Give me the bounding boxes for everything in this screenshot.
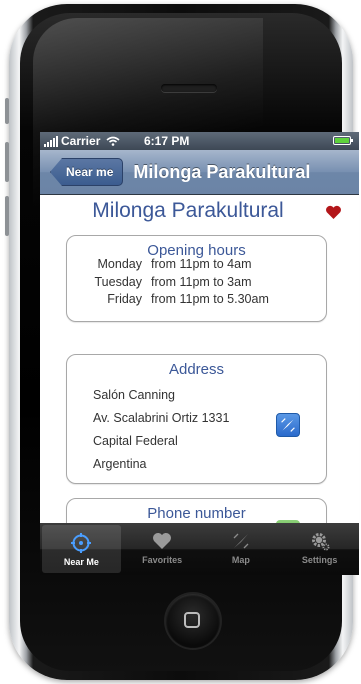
back-button[interactable]: Near me (50, 158, 124, 186)
hours-time: from 11pm to 4am (151, 257, 252, 271)
volume-down-button (5, 196, 9, 236)
carrier-label: Carrier (61, 134, 101, 148)
tab-label: Settings (301, 555, 338, 565)
earpiece-speaker (161, 84, 217, 92)
hours-day: Friday (107, 292, 142, 306)
opening-hours-list: Monday from 11pm to 4am Tuesday from 11p… (93, 256, 269, 309)
tab-label: Near Me (63, 557, 99, 567)
status-bar: Carrier 6:17 PM (40, 132, 359, 150)
address-line: Salón Canning (93, 388, 176, 402)
tab-map[interactable]: Map (202, 523, 281, 575)
tab-favorites[interactable]: Favorites (123, 523, 202, 575)
hours-day: Monday (97, 257, 142, 271)
wifi-icon (106, 136, 120, 146)
app-screen: Carrier 6:17 PM Near me Milonga Parakult… (40, 132, 359, 575)
hours-time: from 11pm to 5.30am (151, 292, 269, 306)
mute-switch (5, 98, 9, 124)
hours-row: Friday from 11pm to 5.30am (93, 291, 269, 309)
battery-icon (333, 136, 353, 145)
tab-near-me[interactable]: Near Me (42, 525, 121, 573)
tab-label: Favorites (142, 555, 183, 565)
compass-icon (281, 418, 295, 432)
opening-hours-card: Opening hours Monday from 11pm to 4am Tu… (66, 235, 327, 322)
address-card: Address Salón Canning Av. Scalabrini Ort… (66, 354, 327, 484)
show-on-map-button[interactable] (276, 413, 300, 437)
navigation-bar: Near me Milonga Parakultural (40, 150, 359, 195)
place-title: Milonga Parakultural (92, 199, 284, 222)
clock: 6:17 PM (144, 134, 190, 148)
address-title: Address (168, 361, 225, 378)
signal-strength-icon (44, 135, 58, 147)
compass-icon (233, 533, 249, 549)
home-square-icon (184, 612, 200, 628)
hours-time: from 11pm to 3am (151, 274, 252, 289)
nav-title: Milonga Parakultural (133, 161, 311, 182)
address-lines: Salón Canning Av. Scalabrini Ortiz 1331 … (93, 388, 229, 480)
hours-day: Tuesday (94, 274, 142, 289)
gear-icon (311, 533, 330, 551)
tab-settings[interactable]: Settings (280, 523, 359, 575)
home-button[interactable] (166, 594, 220, 648)
target-icon (71, 533, 92, 553)
hours-row: Monday from 11pm to 4am (93, 256, 269, 274)
heart-icon (153, 533, 172, 549)
detail-content[interactable]: Milonga Parakultural Opening hours Monda… (40, 195, 359, 560)
address-line: Argentina (93, 457, 147, 471)
tab-label: Map (231, 555, 250, 565)
hours-row: Tuesday from 11pm to 3am (93, 274, 269, 292)
address-line: Capital Federal (93, 434, 178, 448)
tab-bar: Near Me Favorites Map Settings (40, 523, 359, 575)
address-line: Av. Scalabrini Ortiz 1331 (93, 411, 230, 425)
volume-up-button (5, 142, 9, 182)
favorite-heart-icon[interactable] (325, 205, 342, 220)
